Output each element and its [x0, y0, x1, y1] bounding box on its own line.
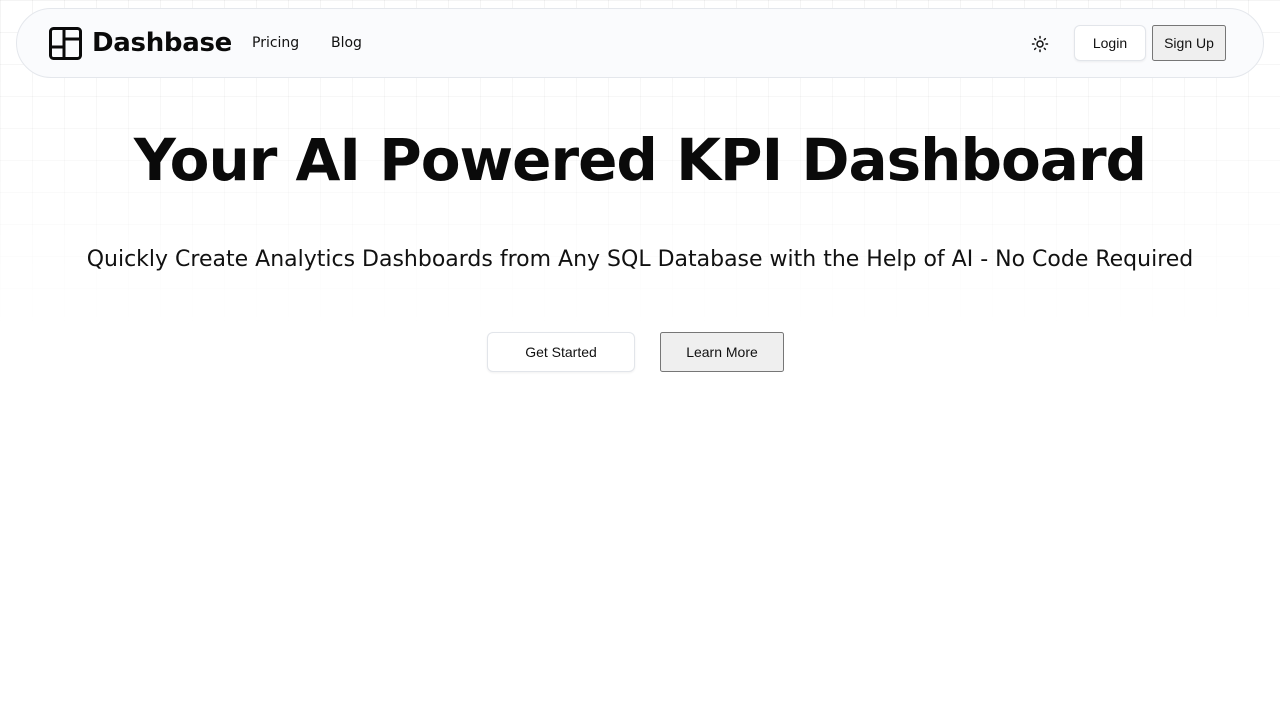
top-navbar: Dashbase Pricing Blog Login Sign Up: [16, 8, 1264, 78]
learn-more-button[interactable]: Learn More: [660, 332, 784, 372]
landing-page: Dashbase Pricing Blog Login Sign Up Your…: [0, 0, 1280, 720]
brand-logo-link[interactable]: Dashbase: [49, 27, 232, 60]
nav-link-pricing[interactable]: Pricing: [252, 33, 299, 53]
theme-toggle-button[interactable]: [1028, 32, 1052, 56]
sun-icon: [1031, 35, 1049, 53]
dashboard-layout-icon: [49, 27, 82, 60]
nav-link-blog[interactable]: Blog: [331, 33, 362, 53]
get-started-button[interactable]: Get Started: [487, 332, 635, 372]
hero-title: Your AI Powered KPI Dashboard: [133, 126, 1147, 194]
sign-up-button[interactable]: Sign Up: [1152, 25, 1226, 61]
brand-name: Dashbase: [92, 28, 232, 58]
login-button[interactable]: Login: [1074, 25, 1146, 61]
hero-subtitle: Quickly Create Analytics Dashboards from…: [86, 247, 1194, 272]
